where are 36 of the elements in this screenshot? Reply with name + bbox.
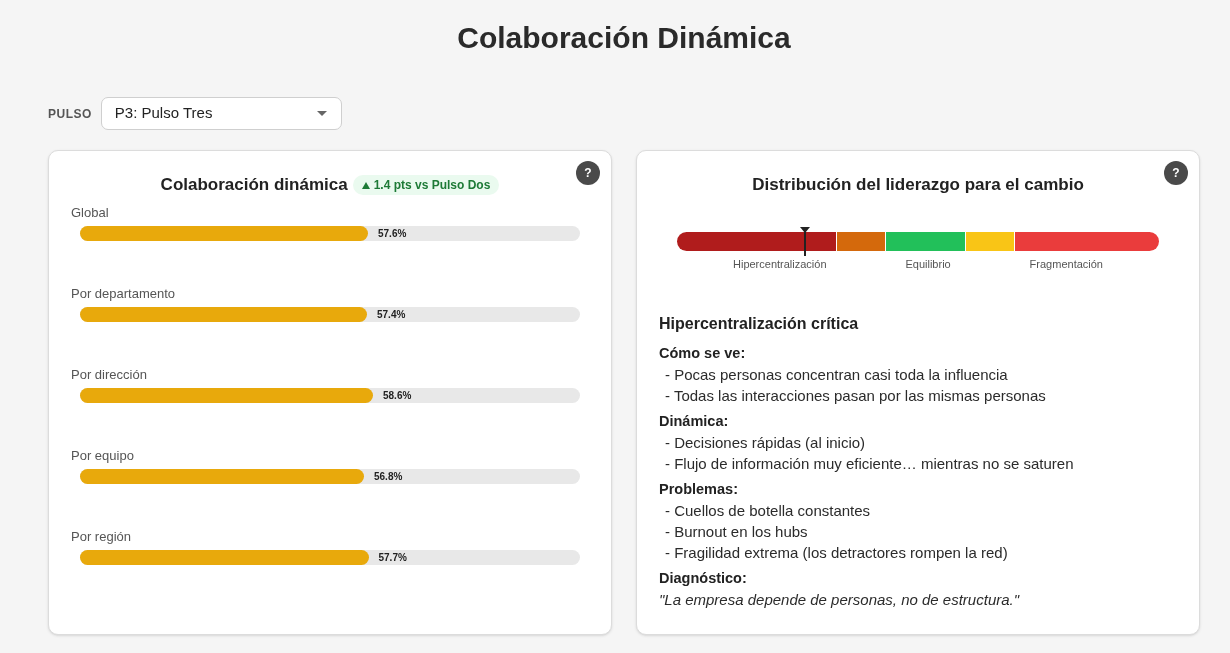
section-heading: Dinámica:: [659, 412, 729, 431]
gauge-label: Fragmentación: [1029, 257, 1103, 271]
page-title: Colaboración Dinámica: [457, 20, 791, 56]
section-heading: Problemas:: [659, 480, 738, 499]
metric-label: Global: [71, 204, 109, 222]
change-text: 1.4 pts vs Pulso Dos: [373, 177, 491, 194]
list-item: - Pocas personas concentran casi toda la influencia: [665, 365, 1008, 385]
quote-text: "La empresa depende de personas, no de estructura.": [659, 590, 1020, 610]
percent-value: 57.4%: [377, 308, 406, 322]
list-item: - Decisiones rápidas (al inicio): [665, 433, 866, 453]
metric-label: Por región: [71, 528, 131, 546]
gauge-label: Hipercentralización: [733, 257, 827, 271]
metric-label: Por equipo: [71, 447, 134, 465]
section-heading: Diagnóstico:: [659, 569, 747, 588]
card-title: Colaboración dinámica: [160, 174, 348, 196]
list-item: - Burnout en los hubs: [665, 522, 808, 542]
percent-value: 56.8%: [374, 470, 403, 484]
gauge-label: Equilibrio: [905, 257, 951, 271]
metric-label: Por dirección: [71, 366, 147, 384]
list-item: - Cuellos de botella constantes: [665, 501, 871, 521]
triangle-up-icon: [361, 181, 370, 189]
percent-value: 57.6%: [378, 227, 407, 241]
filter-label: PULSO: [48, 105, 92, 123]
metric-label: Por departamento: [71, 285, 176, 303]
help-button[interactable]: ?: [1164, 161, 1188, 185]
list-item: - Fragilidad extrema (los detractores rompen la red): [665, 543, 1008, 563]
percent-value: 58.6%: [383, 389, 412, 403]
list-item: - Todas las interacciones pasan por las mismas personas: [665, 386, 1046, 406]
section-heading: Cómo se ve:: [659, 344, 746, 363]
pulse-select[interactable]: P3: Pulso Tres: [100, 97, 342, 130]
help-button[interactable]: ?: [576, 161, 600, 185]
percent-value: 57.7%: [378, 551, 407, 565]
section-title: Hipercentralización crítica: [659, 314, 859, 334]
caret-icon: [316, 111, 327, 116]
list-item: - Flujo de información muy eficiente… mientras no se saturen: [665, 454, 1074, 474]
card-title: Distribución del liderazgo para el cambio: [752, 174, 1084, 196]
